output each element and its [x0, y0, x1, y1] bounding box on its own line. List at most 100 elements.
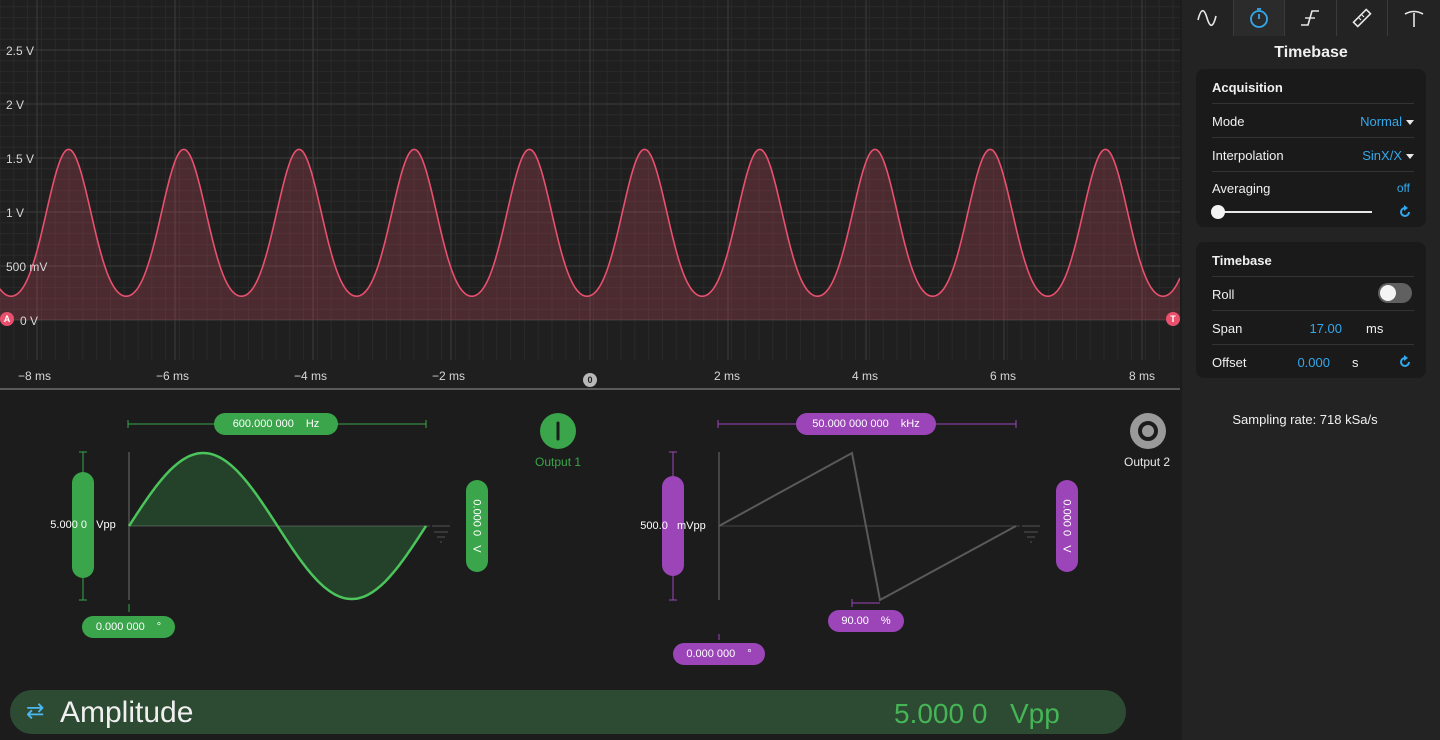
scope-display[interactable]: 2.5 V 2 V 1.5 V 1 V 500 mV 0 V −8 ms −6 …: [0, 0, 1180, 390]
output1-offset-value: 0.000 0: [471, 499, 483, 537]
y-tick-label: 1.5 V: [6, 152, 35, 166]
mode-select[interactable]: Normal: [1360, 114, 1414, 129]
averaging-row: Averaging off: [1211, 171, 1414, 223]
output2-offset-unit: V: [1061, 545, 1073, 553]
x-tick-label: 6 ms: [990, 369, 1017, 383]
amplitude-value[interactable]: 5.000 0: [894, 698, 987, 730]
amplitude-unit: Vpp: [1010, 698, 1060, 729]
output2-phase-field[interactable]: 0.000 000 °: [673, 643, 765, 665]
trigger-level-marker[interactable]: T: [1166, 312, 1180, 326]
time-zero-marker[interactable]: 0: [583, 373, 597, 387]
swap-arrows-icon[interactable]: ⇄: [26, 698, 44, 724]
tab-waveform[interactable]: [1182, 0, 1234, 36]
chevron-down-icon: [1406, 154, 1414, 160]
timebase-header: Timebase: [1212, 253, 1272, 268]
tab-probe[interactable]: [1388, 0, 1440, 36]
acquisition-card: Acquisition Mode Normal Interpolation Si…: [1196, 69, 1426, 227]
settings-panel: Timebase Acquisition Mode Normal Interpo…: [1182, 0, 1440, 740]
output2-amplitude-value: 500.0: [640, 520, 668, 532]
y-tick-label: 2.5 V: [6, 44, 35, 58]
generator-panel: 600.000 000 Hz 5.000 0 Vpp 0.000 0 V 0.0…: [0, 392, 1180, 740]
output2-frequency-value: 50.000 000 000: [812, 418, 889, 430]
reset-icon[interactable]: [1398, 205, 1412, 219]
output2-phase-unit: °: [747, 648, 752, 660]
output2-amplitude-field[interactable]: 500.0 mVpp: [640, 476, 706, 576]
output1-offset-unit: V: [471, 545, 483, 553]
averaging-slider-track[interactable]: [1218, 211, 1372, 213]
y-tick-label: 0 V: [20, 314, 39, 328]
offset-row: Offset 0.000 s: [1212, 344, 1414, 378]
roll-row: Roll: [1212, 276, 1414, 310]
panel-tabs: [1182, 0, 1440, 36]
probe-icon: [1404, 10, 1424, 27]
output2-amplitude-unit: mVpp: [676, 520, 706, 532]
output2-preview: [669, 420, 1040, 640]
amplitude-readout-bar[interactable]: ⇄ Amplitude 5.000 0 Vpp: [10, 690, 1126, 734]
amplitude-label: Amplitude: [60, 696, 194, 729]
x-tick-label: 8 ms: [1129, 369, 1156, 383]
ruler-icon: [1352, 8, 1372, 28]
span-row: Span 17.00 ms: [1212, 310, 1414, 344]
x-tick-label: −4 ms: [294, 369, 328, 383]
span-label: Span: [1212, 321, 1243, 336]
mode-value: Normal: [1360, 114, 1402, 129]
reset-icon[interactable]: [1398, 355, 1412, 369]
trigger-edge-icon: [1301, 10, 1320, 26]
output1-label: Output 1: [535, 455, 582, 469]
toggle-knob: [1380, 285, 1396, 301]
output1-offset-field[interactable]: 0.000 0 V: [466, 480, 488, 572]
tab-trigger[interactable]: [1285, 0, 1337, 36]
x-tick-label: −8 ms: [18, 369, 52, 383]
scope-graph[interactable]: [0, 0, 1180, 390]
power-icon: [556, 421, 560, 441]
output1-offset-text: 0.000 0 V: [471, 499, 483, 552]
output1-phase-unit: °: [156, 621, 162, 633]
generator-preview: [79, 420, 1040, 640]
roll-toggle[interactable]: [1378, 283, 1412, 303]
mode-row: Mode Normal: [1212, 103, 1414, 137]
output2-symmetry-unit: %: [880, 615, 891, 627]
waveform-icon: [1197, 9, 1218, 27]
tab-measure[interactable]: [1337, 0, 1389, 36]
offset-unit: s: [1352, 355, 1359, 370]
averaging-value: off: [1396, 181, 1410, 195]
output2-symmetry-field[interactable]: 90.00 %: [828, 610, 904, 632]
output2-phase-value: 0.000 000: [686, 648, 736, 660]
interpolation-row: Interpolation SinX/X: [1212, 137, 1414, 171]
ground-icon: [432, 525, 450, 543]
x-tick-label: 4 ms: [852, 369, 879, 383]
chevron-down-icon: [1406, 120, 1414, 126]
interpolation-select[interactable]: SinX/X: [1362, 148, 1414, 163]
ground-icon: [1022, 525, 1040, 543]
output1-enable-button[interactable]: [540, 413, 576, 449]
output2-label: Output 2: [1124, 455, 1171, 469]
interpolation-value: SinX/X: [1362, 148, 1402, 163]
output1-amplitude-unit: Vpp: [96, 519, 116, 531]
channel-a-marker[interactable]: A: [0, 312, 14, 326]
output2-enable-button[interactable]: [1130, 413, 1166, 449]
output2-offset-field[interactable]: 0.000 0 V: [1056, 480, 1078, 572]
span-input[interactable]: 17.00: [1309, 321, 1342, 336]
span-unit: ms: [1366, 321, 1384, 336]
y-tick-label: 2 V: [6, 98, 25, 112]
output1-phase-field[interactable]: 0.000 000 °: [82, 616, 175, 638]
averaging-slider-handle[interactable]: [1211, 205, 1225, 219]
output1-frequency-field[interactable]: 600.000 000 Hz: [214, 413, 338, 435]
output1-frequency-value: 600.000 000: [232, 418, 294, 430]
output1-preview: [79, 420, 450, 612]
offset-input[interactable]: 0.000: [1297, 355, 1330, 370]
averaging-label: Averaging: [1212, 181, 1271, 196]
x-tick-label: 2 ms: [714, 369, 741, 383]
stopwatch-icon: [1249, 8, 1268, 28]
timebase-card: Timebase Roll Span 17.00 ms Offset 0.000…: [1196, 242, 1426, 378]
tab-timebase[interactable]: [1233, 0, 1286, 36]
output1-amplitude-value: 5.000 0: [50, 519, 87, 531]
output2-symmetry-value: 90.00: [841, 615, 869, 627]
mode-label: Mode: [1212, 114, 1245, 129]
acquisition-header: Acquisition: [1212, 80, 1283, 95]
output1-amplitude-field[interactable]: 5.000 0 Vpp: [50, 472, 116, 578]
roll-label: Roll: [1212, 287, 1235, 302]
y-tick-label: 500 mV: [6, 260, 48, 274]
output2-frequency-field[interactable]: 50.000 000 000 kHz: [796, 413, 936, 435]
output2-amplitude-text: 500.0 mVpp: [640, 520, 705, 532]
